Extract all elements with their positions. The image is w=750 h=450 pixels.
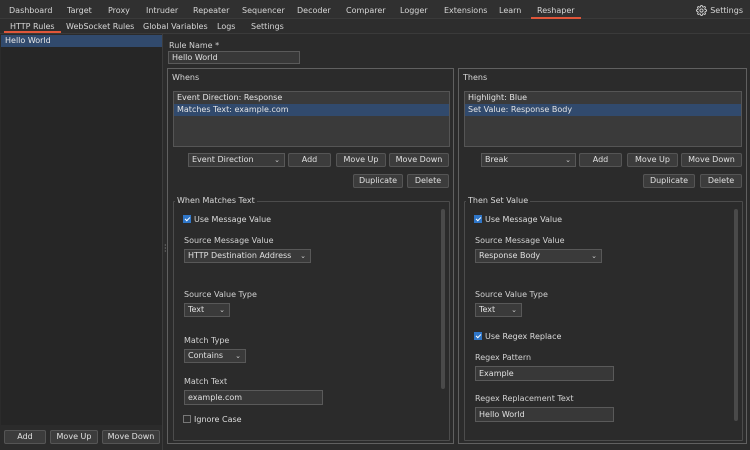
when-source-message-value-label: Source Message Value xyxy=(184,236,274,245)
menu-sequencer[interactable]: Sequencer xyxy=(242,5,285,17)
when-source-value-type-label: Source Value Type xyxy=(184,290,257,299)
tab-global-variables[interactable]: Global Variables xyxy=(143,21,208,33)
regex-pattern-input[interactable]: Example xyxy=(475,366,614,381)
regex-replacement-input[interactable]: Hello World xyxy=(475,407,614,422)
reshaper-subtabs: HTTP Rules WebSocket Rules Global Variab… xyxy=(0,19,750,34)
then-use-message-value-checkbox[interactable]: Use Message Value xyxy=(474,215,562,225)
thens-panel: Thens Highlight: Blue Set Value: Respons… xyxy=(458,68,747,444)
match-type-label: Match Type xyxy=(184,336,230,345)
move-up-then-button[interactable]: Move Up xyxy=(627,153,678,167)
whens-title: Whens xyxy=(172,73,200,82)
checkbox-unchecked-icon xyxy=(183,415,191,423)
move-up-rule-button[interactable]: Move Up xyxy=(50,430,98,444)
move-down-rule-button[interactable]: Move Down xyxy=(102,430,160,444)
checkbox-checked-icon xyxy=(474,215,482,223)
when-detail-title: When Matches Text xyxy=(175,196,257,205)
move-down-then-button[interactable]: Move Down xyxy=(681,153,742,167)
list-item[interactable]: Event Direction: Response xyxy=(174,92,449,104)
then-detail-title: Then Set Value xyxy=(466,196,531,205)
list-item[interactable]: Highlight: Blue xyxy=(465,92,741,104)
checkbox-checked-icon xyxy=(474,332,482,340)
then-type-value: Break xyxy=(485,155,509,164)
match-type-select[interactable]: Contains ⌄ xyxy=(184,349,246,363)
list-item[interactable]: Matches Text: example.com xyxy=(174,104,449,116)
chevron-down-icon: ⌄ xyxy=(565,156,571,164)
then-source-value-type-select[interactable]: Text ⌄ xyxy=(475,303,522,317)
then-source-message-value-select[interactable]: Response Body ⌄ xyxy=(475,249,602,263)
checkbox-checked-icon xyxy=(183,215,191,223)
when-use-message-value-checkbox[interactable]: Use Message Value xyxy=(183,215,271,225)
when-source-message-value-select[interactable]: HTTP Destination Address ⌄ xyxy=(184,249,311,263)
rules-sidebar: Hello World Add Move Up Move Down xyxy=(0,34,163,450)
chevron-down-icon: ⌄ xyxy=(300,252,306,260)
select-value: Response Body xyxy=(479,251,541,260)
rule-item[interactable]: Hello World xyxy=(1,35,162,47)
menu-target[interactable]: Target xyxy=(67,5,92,17)
rule-name-label: Rule Name * xyxy=(169,41,220,50)
when-source-value-type-select[interactable]: Text ⌄ xyxy=(184,303,230,317)
gear-icon xyxy=(696,5,708,16)
then-type-select[interactable]: Break ⌄ xyxy=(481,153,576,167)
match-text-input[interactable]: example.com xyxy=(184,390,323,405)
duplicate-when-button[interactable]: Duplicate xyxy=(353,174,403,188)
when-type-select[interactable]: Event Direction ⌄ xyxy=(188,153,285,167)
chevron-down-icon: ⌄ xyxy=(219,306,225,314)
select-value: Text xyxy=(479,305,496,314)
menu-dashboard[interactable]: Dashboard xyxy=(9,5,52,17)
settings-button[interactable]: Settings xyxy=(696,4,743,17)
select-value: Contains xyxy=(188,351,224,360)
delete-when-button[interactable]: Delete xyxy=(407,174,449,188)
add-then-button[interactable]: Add xyxy=(579,153,622,167)
checkbox-label: Ignore Case xyxy=(194,415,242,424)
ignore-case-checkbox[interactable]: Ignore Case xyxy=(183,415,242,425)
checkbox-label: Use Message Value xyxy=(485,215,563,224)
select-value: Text xyxy=(188,305,205,314)
thens-title: Thens xyxy=(463,73,488,82)
settings-label: Settings xyxy=(710,6,743,15)
whens-list[interactable]: Event Direction: Response Matches Text: … xyxy=(173,91,450,147)
menu-repeater[interactable]: Repeater xyxy=(193,5,229,17)
menu-decoder[interactable]: Decoder xyxy=(297,5,331,17)
tab-websocket-rules[interactable]: WebSocket Rules xyxy=(66,21,134,33)
menu-proxy[interactable]: Proxy xyxy=(108,5,130,17)
list-item[interactable]: Set Value: Response Body xyxy=(465,104,741,116)
add-rule-button[interactable]: Add xyxy=(4,430,46,444)
menu-reshaper[interactable]: Reshaper xyxy=(531,5,581,19)
menu-extensions[interactable]: Extensions xyxy=(444,5,487,17)
rule-name-input[interactable]: Hello World xyxy=(168,51,300,64)
thens-list[interactable]: Highlight: Blue Set Value: Response Body xyxy=(464,91,742,147)
when-type-value: Event Direction xyxy=(192,155,254,164)
chevron-down-icon: ⌄ xyxy=(591,252,597,260)
checkbox-label: Use Message Value xyxy=(194,215,272,224)
tab-settings[interactable]: Settings xyxy=(251,21,284,33)
top-menu-bar: Dashboard Target Proxy Intruder Repeater… xyxy=(0,0,750,19)
when-detail-scrollbar[interactable] xyxy=(441,209,445,389)
chevron-down-icon: ⌄ xyxy=(235,352,241,360)
then-source-value-type-label: Source Value Type xyxy=(475,290,548,299)
match-text-label: Match Text xyxy=(184,377,228,386)
menu-logger[interactable]: Logger xyxy=(400,5,428,17)
chevron-down-icon: ⌄ xyxy=(274,156,280,164)
chevron-down-icon: ⌄ xyxy=(511,306,517,314)
menu-comparer[interactable]: Comparer xyxy=(346,5,386,17)
delete-then-button[interactable]: Delete xyxy=(700,174,742,188)
use-regex-replace-checkbox[interactable]: Use Regex Replace xyxy=(474,332,561,342)
regex-pattern-label: Regex Pattern xyxy=(475,353,532,362)
duplicate-then-button[interactable]: Duplicate xyxy=(643,174,695,188)
menu-intruder[interactable]: Intruder xyxy=(146,5,178,17)
menu-learn[interactable]: Learn xyxy=(499,5,521,17)
then-detail-scrollbar[interactable] xyxy=(734,209,738,421)
select-value: HTTP Destination Address xyxy=(188,251,292,260)
tab-http-rules[interactable]: HTTP Rules xyxy=(4,21,61,33)
move-down-when-button[interactable]: Move Down xyxy=(389,153,449,167)
checkbox-label: Use Regex Replace xyxy=(485,332,562,341)
regex-replacement-label: Regex Replacement Text xyxy=(475,394,574,403)
whens-panel: Whens Event Direction: Response Matches … xyxy=(167,68,454,444)
rules-list[interactable]: Hello World xyxy=(1,35,162,425)
tab-logs[interactable]: Logs xyxy=(217,21,235,33)
then-source-message-value-label: Source Message Value xyxy=(475,236,565,245)
move-up-when-button[interactable]: Move Up xyxy=(336,153,386,167)
add-when-button[interactable]: Add xyxy=(288,153,331,167)
